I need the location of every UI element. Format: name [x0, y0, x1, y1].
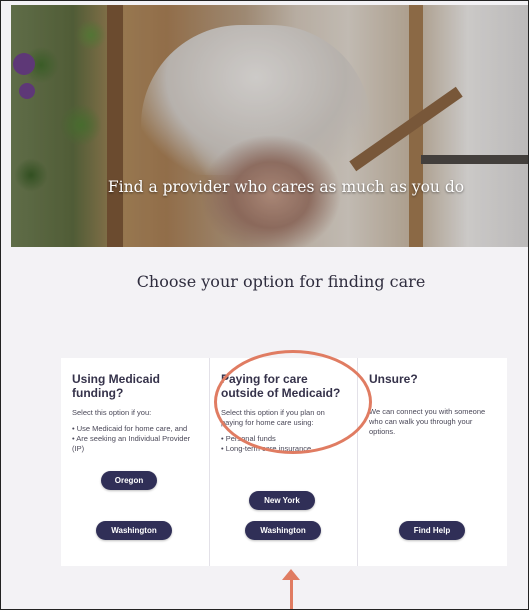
new-york-button[interactable]: New York: [249, 491, 315, 510]
card-private-pay: Paying for care outside of Medicaid? Sel…: [209, 358, 357, 566]
card-intro: Select this option if you:: [72, 408, 152, 417]
find-help-button[interactable]: Find Help: [399, 521, 465, 540]
list-item: • Use Medicaid for home care, and: [72, 424, 188, 433]
list-item: • Long-term care insurance: [221, 444, 312, 453]
list-item: • Personal funds: [221, 434, 276, 443]
oregon-button[interactable]: Oregon: [101, 471, 157, 490]
card-list: • Personal funds • Long-term care insura…: [221, 434, 347, 454]
arrow-shaft: [290, 577, 293, 609]
card-text: Select this option if you plan on paying…: [221, 408, 347, 454]
card-title: Unsure?: [369, 372, 418, 386]
card-title: Paying for care outside of Medicaid?: [221, 372, 341, 400]
card-text: We can connect you with someone who can …: [369, 407, 495, 437]
hero-banner: Find a provider who cares as much as you…: [11, 5, 528, 247]
card-list: • Use Medicaid for home care, and • Are …: [72, 424, 199, 454]
options-cards: Using Medicaid funding? Select this opti…: [61, 358, 507, 566]
card-text: Select this option if you: • Use Medicai…: [72, 408, 199, 454]
card-title: Using Medicaid funding?: [72, 372, 161, 400]
list-item: • Are seeking an Individual Provider (IP…: [72, 434, 191, 453]
card-intro: We can connect you with someone who can …: [369, 407, 486, 436]
page-frame: Find a provider who cares as much as you…: [0, 0, 529, 610]
washington-private-button[interactable]: Washington: [245, 521, 321, 540]
hero-title: Find a provider who cares as much as you…: [107, 178, 465, 196]
washington-medicaid-button[interactable]: Washington: [96, 521, 172, 540]
card-unsure: Unsure? We can connect you with someone …: [357, 358, 505, 566]
card-medicaid: Using Medicaid funding? Select this opti…: [61, 358, 209, 566]
section-title: Choose your option for finding care: [136, 272, 426, 291]
hero-overlay: [11, 5, 528, 247]
card-intro: Select this option if you plan on paying…: [221, 408, 325, 427]
